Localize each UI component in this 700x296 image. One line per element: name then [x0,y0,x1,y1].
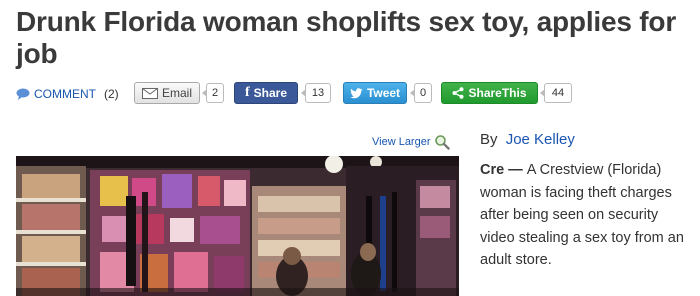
email-button[interactable]: Email [134,82,200,104]
envelope-icon [141,87,158,99]
article-dateline: Cre — [480,162,527,178]
tweet-label: Tweet [366,86,401,100]
email-count: 2 [202,83,224,103]
store-interior-image [16,156,459,296]
sharethis-label: ShareThis [468,86,527,100]
byline-prefix: By [480,131,498,148]
facebook-share-count: 13 [301,83,331,103]
view-larger-link[interactable]: View Larger [372,134,450,150]
email-label: Email [161,86,192,100]
article-photo[interactable] [16,156,459,296]
comment-count: (2) [104,87,119,101]
comment-bubble-icon [16,88,30,100]
share-icon [452,87,464,99]
sharethis-count: 44 [540,83,572,103]
tweet-button[interactable]: Tweet [343,82,407,104]
author-link[interactable]: Joe Kelley [506,131,575,148]
twitter-bird-icon [350,87,363,98]
byline: By Joe Kelley [480,131,575,148]
facebook-share-button[interactable]: f Share [234,82,298,104]
comment-link[interactable]: COMMENT (2) [16,86,119,102]
facebook-icon: f [244,85,250,100]
article-body: Cre — A Crestview (Florida) woman is fac… [480,159,692,272]
magnifier-icon [434,135,450,150]
comment-label: COMMENT [34,87,96,101]
facebook-share-label: Share [253,86,288,100]
sharethis-button[interactable]: ShareThis [441,82,538,104]
article-headline: Drunk Florida woman shoplifts sex toy, a… [16,6,677,69]
view-larger-label: View Larger [372,136,431,148]
tweet-count: 0 [410,83,432,103]
